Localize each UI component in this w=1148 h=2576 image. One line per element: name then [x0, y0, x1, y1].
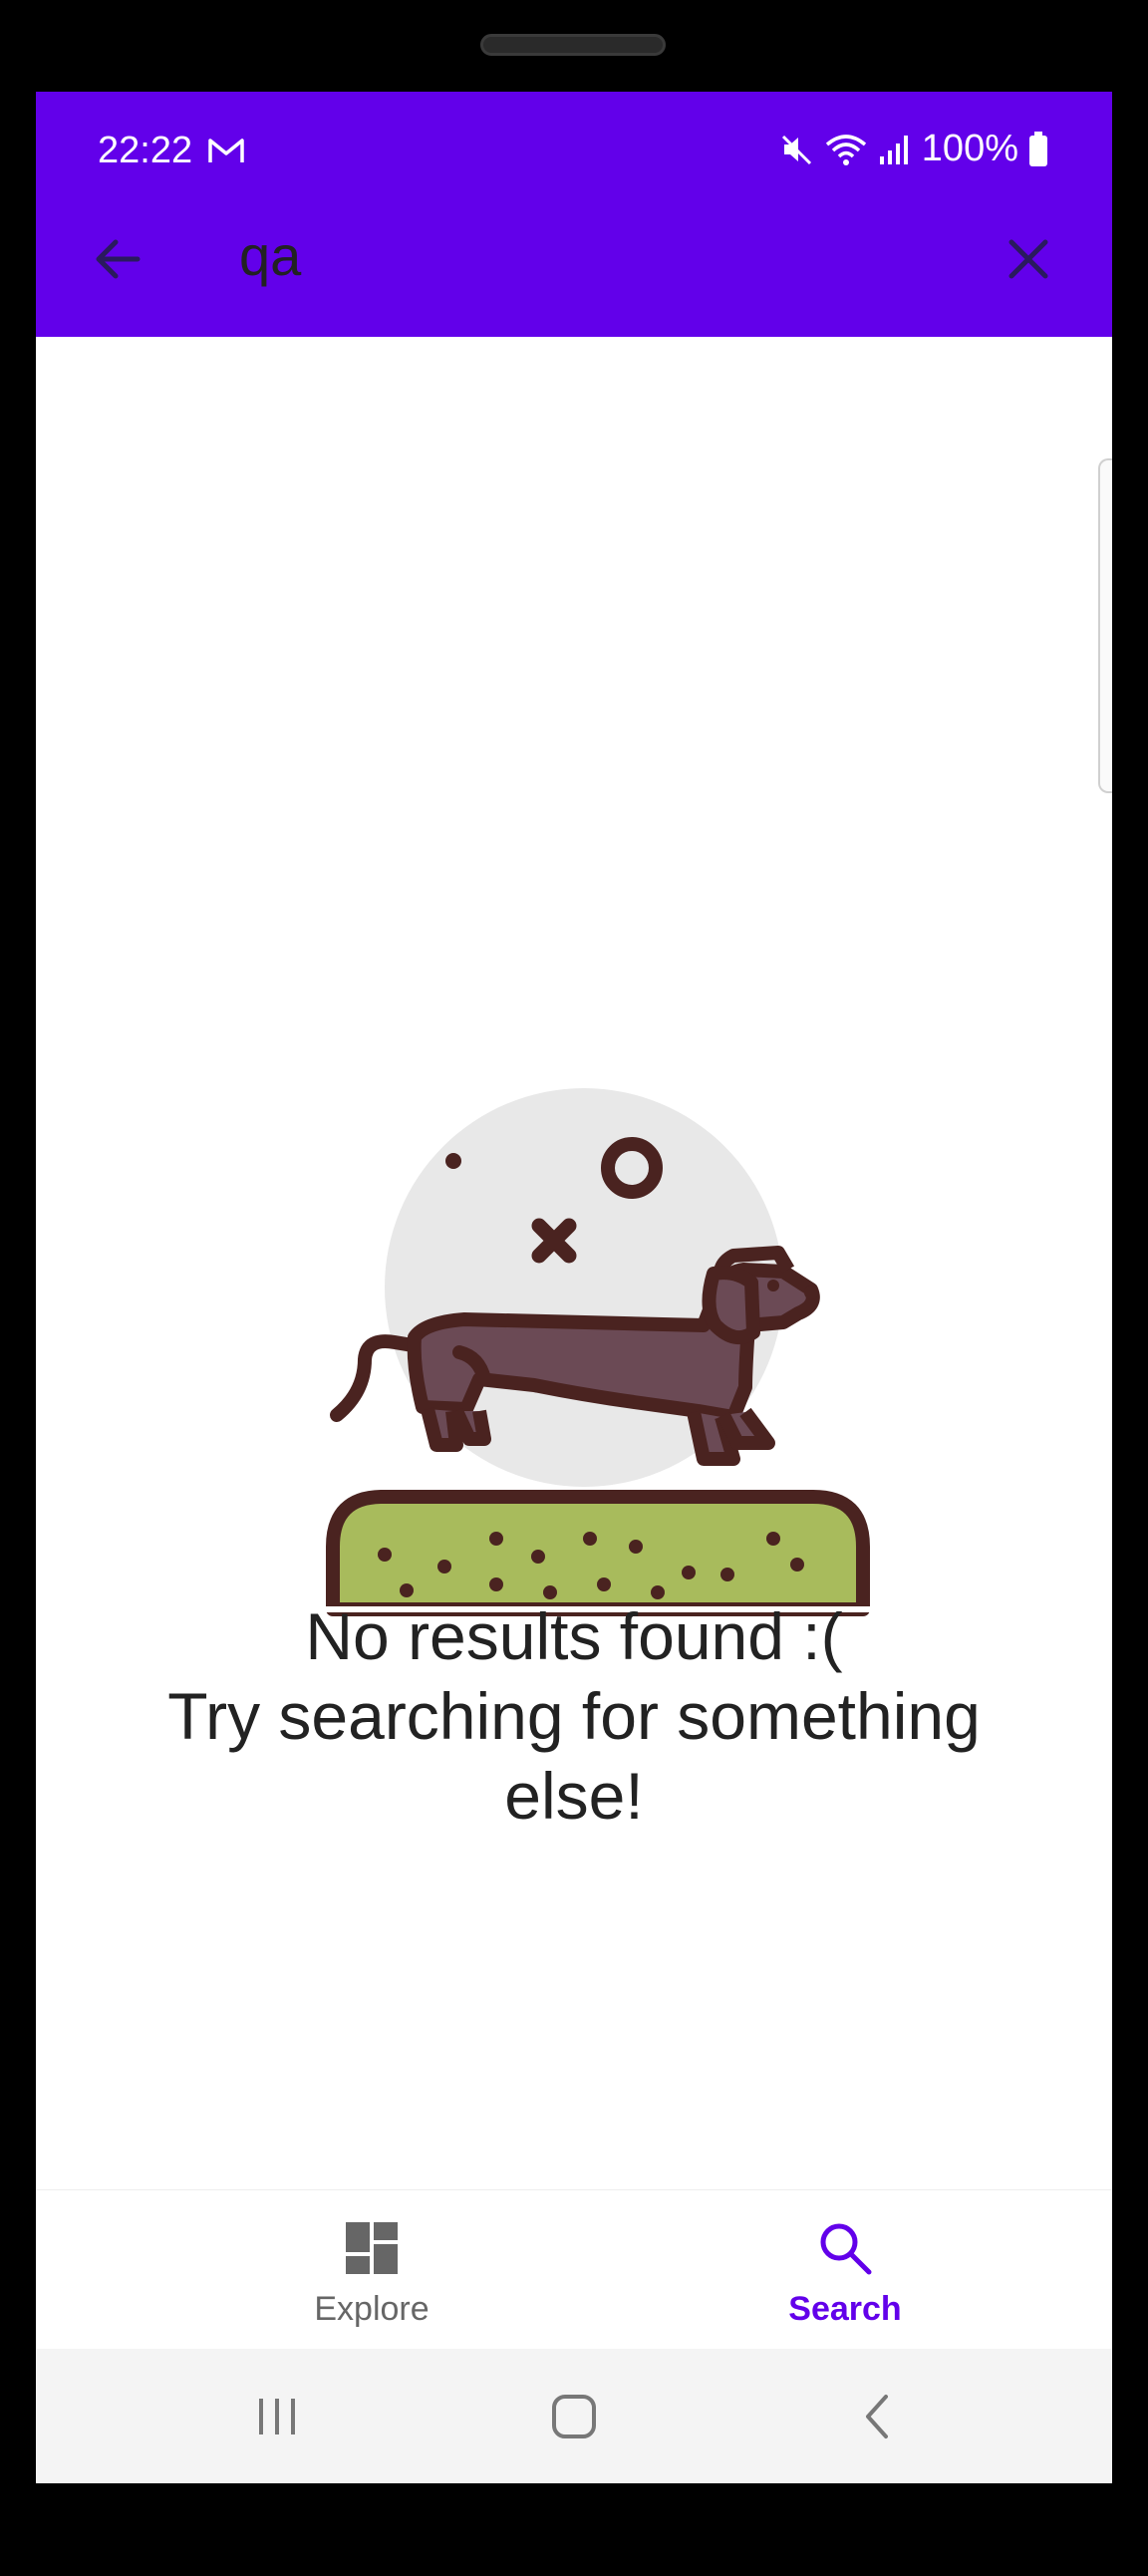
status-time: 22:22	[98, 130, 193, 171]
search-icon	[820, 2223, 872, 2275]
nav-label-explore: Explore	[314, 2290, 430, 2328]
system-navigation-bar	[36, 2349, 1112, 2483]
signal-icon	[879, 135, 908, 164]
recent-apps-button[interactable]	[242, 2387, 312, 2446]
back-button[interactable]	[86, 227, 149, 291]
search-input[interactable]: qa	[239, 223, 301, 288]
home-icon	[552, 2395, 596, 2438]
status-icons: 100%	[780, 128, 1048, 170]
recent-apps-icon	[259, 2399, 295, 2434]
home-button[interactable]	[539, 2387, 609, 2446]
nav-label-search: Search	[788, 2290, 902, 2328]
battery-icon	[1029, 131, 1047, 166]
clear-search-button[interactable]	[997, 227, 1060, 291]
system-back-button[interactable]	[843, 2387, 913, 2446]
wifi-icon	[825, 134, 866, 165]
mute-icon	[781, 135, 811, 164]
suggestion-text-line1: Try searching for something	[167, 1679, 981, 1753]
back-icon	[866, 2395, 888, 2438]
phone-frame: 22:22 100% qa No results found:(Try se…	[0, 0, 1148, 2576]
gmail-icon	[208, 139, 244, 162]
dachshund-illustration	[325, 1088, 871, 1616]
scrollbar[interactable]	[1098, 458, 1112, 793]
close-icon	[1008, 239, 1048, 279]
nav-item-search[interactable]: Search	[696, 2190, 995, 2350]
battery-percent: 100%	[921, 128, 1018, 169]
screen: 22:22 100% qa No results found:(Try se…	[36, 92, 1112, 2483]
no-results-text: No results found :(	[305, 1599, 843, 1673]
arrow-left-icon	[96, 239, 141, 279]
suggestion-text-line2: else!	[504, 1759, 644, 1833]
bottom-navigation: Explore Search	[36, 2189, 1112, 2350]
empty-state-message: No results found :( Try searching for so…	[96, 1596, 1052, 1836]
dashboard-icon	[346, 2222, 398, 2274]
speaker-grille	[480, 34, 666, 56]
nav-item-explore[interactable]: Explore	[222, 2190, 521, 2350]
app-bar: 22:22 100% qa	[36, 92, 1112, 337]
